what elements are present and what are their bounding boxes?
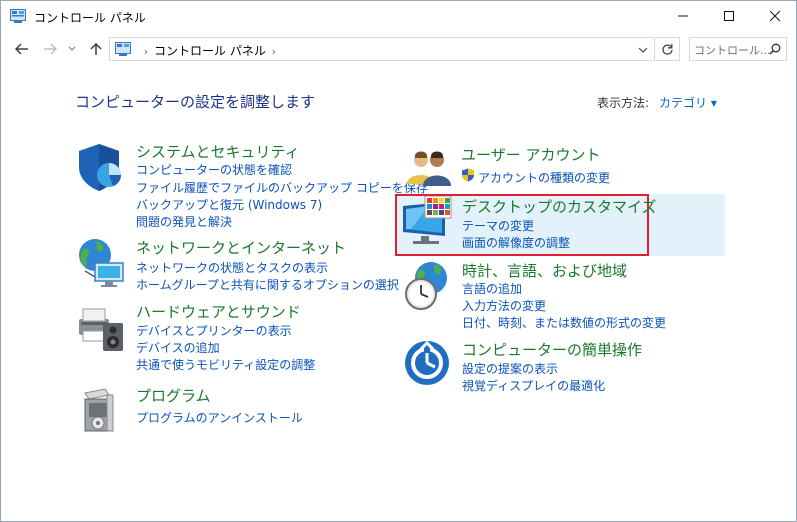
chevron-down-icon[interactable] (638, 47, 648, 53)
history-dropdown[interactable] (61, 39, 83, 59)
view-by-label: 表示方法: (597, 96, 650, 110)
arrow-left-icon (15, 43, 28, 55)
minimize-icon (678, 15, 688, 17)
category-title[interactable]: ハードウェアとサウンド (136, 301, 301, 322)
clock-globe-icon[interactable] (403, 260, 455, 312)
control-panel-icon (10, 9, 26, 23)
window-title: コントロール パネル (34, 11, 146, 25)
up-button[interactable] (85, 39, 107, 59)
control-panel-window: コントロール パネル › コントロール パネル › コントロール... コンピュ… (0, 0, 797, 522)
category-title[interactable]: ユーザー アカウント (461, 144, 600, 165)
category-link[interactable]: ネットワークの状態とタスクの表示 (136, 259, 328, 276)
minimize-button[interactable] (660, 1, 706, 31)
breadcrumb: › コントロール パネル › (138, 42, 282, 59)
uac-shield-icon (462, 168, 474, 182)
monitor-palette-icon[interactable] (401, 196, 453, 248)
category-link[interactable]: 共通で使うモビリティ設定の調整 (136, 356, 315, 373)
back-button[interactable] (11, 39, 33, 59)
navigation-bar: › コントロール パネル › コントロール... (1, 35, 796, 63)
refresh-button[interactable] (656, 37, 680, 61)
maximize-icon (724, 11, 734, 21)
printer-speaker-icon[interactable] (75, 301, 127, 353)
program-box-icon[interactable] (75, 385, 127, 437)
arrow-right-icon (44, 43, 57, 55)
category-title[interactable]: プログラム (136, 385, 211, 406)
view-by: 表示方法: カテゴリ ▾ (597, 94, 717, 111)
category-link[interactable]: 言語の追加 (462, 280, 522, 297)
shield-icon[interactable] (75, 141, 127, 193)
category-link[interactable]: 問題の発見と解決 (136, 213, 232, 230)
page-title: コンピューターの設定を調整します (75, 93, 316, 111)
chevron-right-icon[interactable]: › (144, 47, 148, 58)
network-globe-icon[interactable] (75, 237, 127, 289)
chevron-down-icon (68, 46, 76, 51)
category-link[interactable]: ホームグループと共有に関するオプションの選択 (136, 276, 399, 293)
search-placeholder: コントロール... (694, 44, 771, 57)
category-link[interactable]: 設定の提案の表示 (462, 360, 558, 377)
category-link[interactable]: 視覚ディスプレイの最適化 (462, 377, 605, 394)
refresh-icon (662, 43, 673, 55)
category-link[interactable]: 日付、時刻、または数値の形式の変更 (462, 314, 666, 331)
arrow-up-icon (90, 43, 102, 55)
category-link[interactable]: デバイスの追加 (136, 339, 220, 356)
breadcrumb-item[interactable]: コントロール パネル (154, 44, 266, 58)
category-link[interactable]: ファイル履歴でファイルのバックアップ コピーを保存 (136, 179, 428, 196)
category-link[interactable]: 入力方法の変更 (462, 297, 546, 314)
category-title[interactable]: システムとセキュリティ (136, 141, 300, 162)
category-link[interactable]: 画面の解像度の調整 (462, 234, 570, 251)
category-link[interactable]: プログラムのアンインストール (136, 409, 303, 426)
category-link[interactable]: デバイスとプリンターの表示 (136, 322, 292, 339)
category-link[interactable]: バックアップと復元 (Windows 7) (136, 196, 322, 213)
chevron-right-icon[interactable]: › (272, 47, 276, 58)
category-link[interactable]: コンピューターの状態を確認 (136, 161, 292, 178)
view-by-dropdown[interactable]: カテゴリ ▾ (659, 96, 717, 110)
search-icon (769, 43, 781, 55)
category-link[interactable]: アカウントの種類の変更 (478, 169, 610, 186)
close-icon (769, 10, 781, 22)
category-title[interactable]: コンピューターの簡単操作 (462, 339, 642, 360)
address-bar[interactable]: › コントロール パネル › (109, 37, 655, 61)
category-title[interactable]: 時計、言語、および地域 (462, 260, 627, 281)
search-box[interactable]: コントロール... (689, 37, 787, 61)
ease-of-access-icon[interactable] (403, 339, 455, 391)
category-title[interactable]: デスクトップのカスタマイズ (462, 196, 657, 217)
forward-button[interactable] (39, 39, 61, 59)
close-button[interactable] (752, 1, 797, 31)
users-icon[interactable] (403, 144, 455, 196)
maximize-button[interactable] (706, 1, 752, 31)
control-panel-icon (115, 42, 131, 56)
category-link[interactable]: テーマの変更 (462, 217, 534, 234)
category-title[interactable]: ネットワークとインターネット (136, 237, 346, 258)
title-bar[interactable]: コントロール パネル (1, 1, 796, 32)
